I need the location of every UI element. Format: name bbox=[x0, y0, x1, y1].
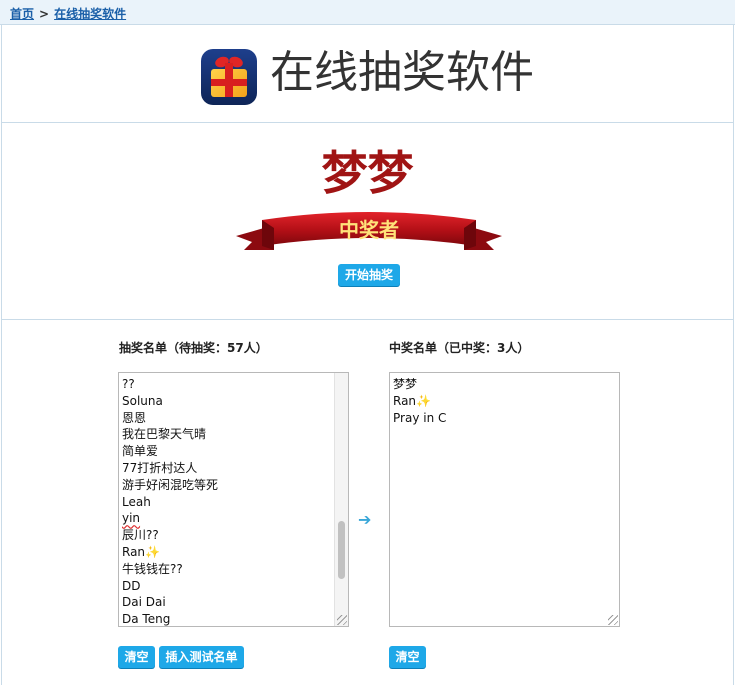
resize-grip[interactable] bbox=[337, 615, 347, 625]
winner-display: 梦梦 中奖者 开始抽奖 bbox=[2, 124, 733, 320]
winner-banner: 中奖者 bbox=[236, 212, 502, 250]
list-item: 游手好闲混吃等死 bbox=[122, 477, 219, 492]
list-item: 牛钱钱在?? bbox=[122, 561, 183, 576]
list-item: 简单爱 bbox=[122, 444, 159, 459]
winners-label: 中奖名单（已中奖：3人） bbox=[389, 341, 530, 355]
list-item: Ran✨ bbox=[393, 393, 431, 408]
winners-textarea[interactable]: 梦梦 Ran✨ Pray in C bbox=[389, 372, 620, 627]
list-item: Pray in C bbox=[393, 410, 447, 425]
list-item: Leah bbox=[122, 494, 151, 509]
pool-textarea[interactable]: ?? Soluna 恩恩我在巴黎天气晴 简单爱 77打折村达人游手好闲混吃等死 Leah y… bbox=[118, 372, 349, 627]
breadcrumb-home-link[interactable]: 首页 bbox=[10, 7, 34, 21]
list-item: Ran✨ bbox=[122, 544, 160, 559]
main-frame: 在线抽奖软件 梦梦 中奖者 开始抽奖 bbox=[1, 25, 734, 685]
breadcrumb-current-link[interactable]: 在线抽奖软件 bbox=[54, 7, 126, 21]
winners-list: 梦梦 Ran✨ Pray in C bbox=[393, 376, 616, 426]
pool-list: ?? Soluna 恩恩我在巴黎天气晴 简单爱 77打折村达人游手好闲混吃等死 Leah y… bbox=[122, 376, 345, 627]
pool-clear-button[interactable]: 清空 bbox=[118, 646, 155, 668]
list-item: 77打折村达人 bbox=[122, 460, 198, 475]
list-item: Soluna bbox=[122, 393, 163, 408]
banner-label: 中奖者 bbox=[339, 218, 399, 242]
start-draw-button[interactable]: 开始抽奖 bbox=[338, 264, 400, 286]
page-title: 在线抽奖软件 bbox=[270, 47, 534, 98]
scroll-thumb[interactable] bbox=[338, 521, 345, 579]
list-item: yin bbox=[122, 511, 141, 526]
list-item: DD bbox=[122, 578, 141, 593]
arrow-right-icon: ➔ bbox=[358, 510, 372, 529]
pool-scrollbar[interactable] bbox=[334, 373, 348, 626]
list-item: 辰川?? bbox=[122, 528, 159, 543]
list-item: 我在巴黎天气晴 bbox=[122, 427, 207, 442]
list-item: 梦梦 bbox=[393, 377, 418, 391]
breadcrumb: 首页 > 在线抽奖软件 bbox=[0, 0, 735, 25]
list-item: 恩恩 bbox=[122, 410, 147, 425]
list-item: Da Teng bbox=[122, 612, 171, 627]
pool-label: 抽奖名单（待抽奖：57人） bbox=[119, 341, 268, 355]
page-header: 在线抽奖软件 bbox=[2, 25, 733, 123]
list-item: ?? bbox=[122, 377, 135, 391]
gift-icon bbox=[201, 49, 257, 105]
breadcrumb-separator: > bbox=[39, 7, 50, 21]
list-item: Dai Dai bbox=[122, 595, 166, 610]
winners-clear-button[interactable]: 清空 bbox=[389, 646, 426, 668]
winner-name: 梦梦 bbox=[321, 146, 414, 200]
resize-grip[interactable] bbox=[608, 615, 618, 625]
insert-test-list-button[interactable]: 插入测试名单 bbox=[159, 646, 244, 668]
